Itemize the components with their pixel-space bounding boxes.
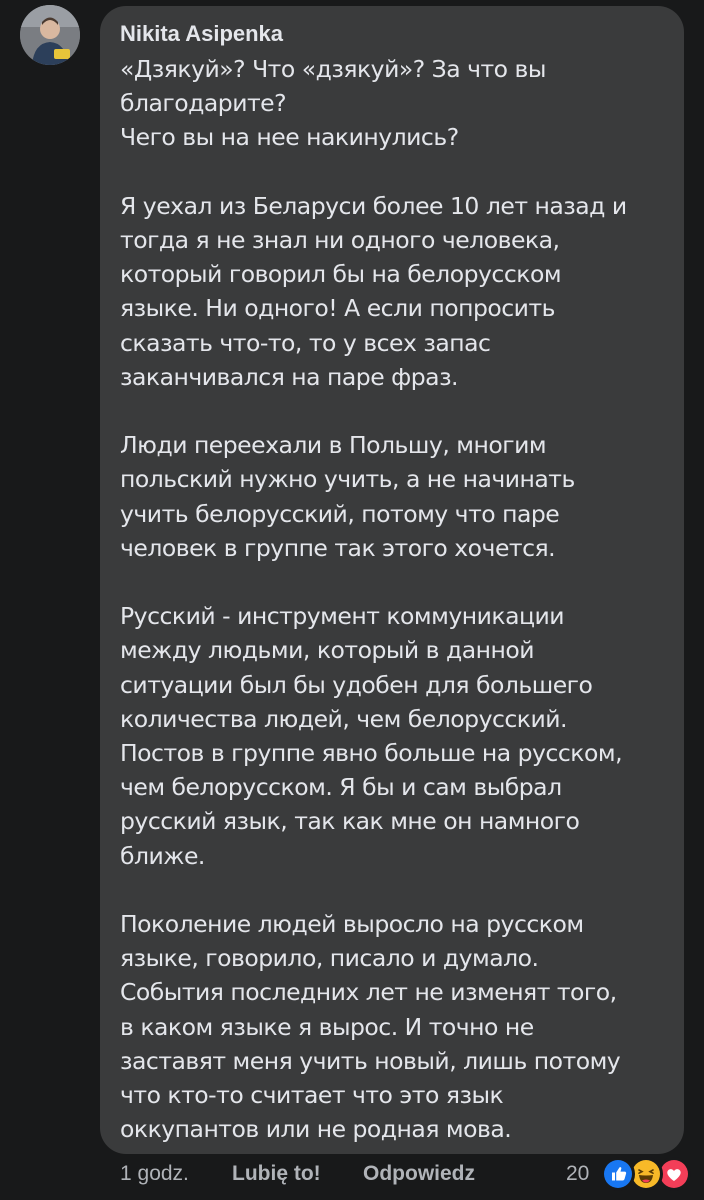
- comment-line: ситуации был бы удобен для большего: [120, 670, 593, 699]
- comment-paragraph: Люди переехали в Польшу, многим польский …: [120, 428, 664, 565]
- comment-line: языке. Ни одного! А если попросить: [120, 294, 556, 323]
- comment-line: заканчивался на паре фраз.: [120, 362, 459, 391]
- comment-line: в каком языке я вырос. И точно не: [120, 1012, 534, 1041]
- comment-text: «Дзякуй»? Что «дзякуй»? За что вы благода…: [120, 52, 664, 1146]
- like-reaction-icon: [601, 1157, 635, 1191]
- comment-line: языке, говорило, писало и думало.: [120, 944, 539, 973]
- comment-line: количества людей, чем белорусский.: [120, 704, 568, 733]
- avatar-photo: [20, 5, 80, 65]
- comment-thread: Nikita Asipenka «Дзякуй»? Что «дзякуй»? …: [0, 0, 704, 1200]
- comment-line: Поколение людей выросло на русском: [120, 910, 584, 939]
- comment-line: Русский - инструмент коммуникации: [120, 602, 565, 631]
- comment-line: «Дзякуй»? Что «дзякуй»? За что вы: [120, 55, 546, 83]
- comment-paragraph: Русский - инструмент коммуникации между л…: [120, 599, 664, 873]
- comment-line: Люди переехали в Польшу, многим: [120, 431, 547, 460]
- comment-timestamp[interactable]: 1 godz.: [120, 1159, 189, 1189]
- comment-line: благодарите?: [120, 89, 287, 118]
- comment-actions: 1 godz. Lubię to! Odpowiedz 20: [0, 1155, 704, 1195]
- reaction-count[interactable]: 20: [566, 1159, 589, 1189]
- comment-line: тогда я не знал ни одного человека,: [120, 226, 560, 254]
- comment-line: польский нужно учить, а не начинать: [120, 465, 575, 494]
- comment-line: между людьми, который в данной: [120, 636, 535, 665]
- comment-bubble: Nikita Asipenka «Дзякуй»? Что «дзякуй»? …: [100, 6, 684, 1154]
- comment-line: заставят меня учить новый, лишь потому: [120, 1046, 621, 1075]
- comment-line: ближе.: [120, 841, 205, 870]
- comment-line: человек в группе так этого хочется.: [120, 533, 556, 562]
- avatar[interactable]: [20, 5, 80, 65]
- comment-line: учить белорусский, потому что паре: [120, 499, 560, 528]
- comment-line: Чего вы на нее накинулись?: [120, 123, 459, 152]
- reply-button[interactable]: Odpowiedz: [363, 1159, 475, 1189]
- comment-author[interactable]: Nikita Asipenka: [120, 20, 664, 48]
- comment-paragraph: «Дзякуй»? Что «дзякуй»? За что вы благода…: [120, 52, 664, 155]
- comment-line: чем белорусском. Я бы и сам выбрал: [120, 773, 562, 802]
- comment-paragraph: Поколение людей выросло на русском языке,…: [120, 907, 664, 1146]
- comment-line: русский язык, так как мне он намного: [120, 807, 580, 836]
- comment-line: который говорил бы на белорусском: [120, 260, 562, 289]
- comment-line: Я уехал из Беларуси более 10 лет назад и: [120, 191, 627, 220]
- like-button[interactable]: Lubię to!: [232, 1159, 321, 1189]
- comment-line: Постов в группе явно больше на русском,: [120, 739, 623, 768]
- comment-line: что кто-то считает что это язык: [120, 1081, 504, 1110]
- reaction-summary[interactable]: [601, 1157, 693, 1191]
- comment-line: События последних лет не изменят того,: [120, 978, 617, 1007]
- comment-paragraph: Я уехал из Беларуси более 10 лет назад и…: [120, 189, 664, 394]
- comment-line: оккупантов или не родная мова.: [120, 1115, 512, 1144]
- comment-line: сказать что-то, то у всех запас: [120, 328, 491, 357]
